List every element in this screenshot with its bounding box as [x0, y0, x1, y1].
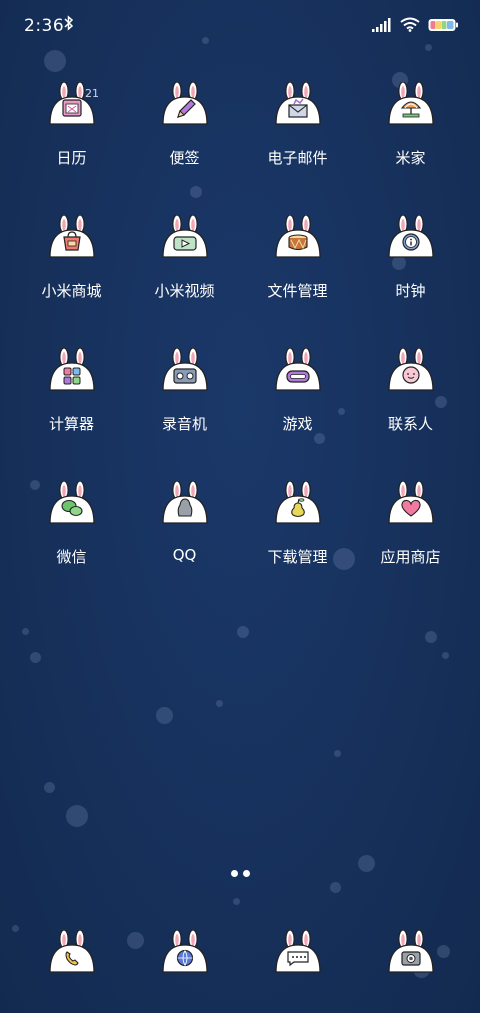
app-file-manager[interactable]: 文件管理: [241, 213, 354, 346]
app-label: 下载管理: [267, 548, 328, 566]
app-label: 文件管理: [267, 282, 328, 300]
app-label: 电子邮件: [267, 149, 328, 167]
calculator-grid-icon: [48, 348, 96, 392]
info-clock-icon: [387, 215, 435, 259]
app-label: 日历: [56, 149, 87, 167]
app-label: 联系人: [387, 415, 433, 433]
cassette-icon: [161, 348, 209, 392]
app-qq[interactable]: QQ: [128, 479, 241, 612]
dock-browser[interactable]: [128, 928, 241, 974]
cellular-signal-icon: [372, 17, 392, 36]
drum-icon: [274, 215, 322, 259]
heart-icon: [387, 481, 435, 525]
video-play-icon: [161, 215, 209, 259]
pencil-icon: [161, 82, 209, 126]
umbrella-icon: [387, 82, 435, 126]
app-contacts[interactable]: 联系人: [354, 346, 467, 479]
wifi-icon: [400, 17, 420, 36]
status-bar: 2:36: [0, 0, 480, 52]
app-label: 录音机: [161, 415, 207, 433]
globe-icon: [161, 930, 209, 974]
wechat-bubbles-icon: [48, 481, 96, 525]
app-app-store[interactable]: 应用商店: [354, 479, 467, 612]
app-calculator[interactable]: 计算器: [15, 346, 128, 479]
penguin-icon: [161, 481, 209, 525]
dock-phone[interactable]: [15, 928, 128, 974]
app-mihome[interactable]: 米家: [354, 80, 467, 213]
app-label: 应用商店: [380, 548, 441, 566]
app-row: 小米商城 小米视频 文件管理 时钟: [15, 213, 467, 346]
battery-rainbow-icon: [428, 17, 458, 36]
app-label: 米家: [395, 149, 426, 167]
app-email[interactable]: 电子邮件: [241, 80, 354, 213]
camera-icon: [387, 930, 435, 974]
app-label: 时钟: [395, 282, 426, 300]
gamepad-icon: [274, 348, 322, 392]
app-label: 微信: [56, 548, 87, 566]
app-row: 21 日历 便签 电子邮件 米家: [15, 80, 467, 213]
pear-icon: [274, 481, 322, 525]
app-mi-video[interactable]: 小米视频: [128, 213, 241, 346]
app-notes[interactable]: 便签: [128, 80, 241, 213]
chat-bubble-icon: [274, 930, 322, 974]
page-dot[interactable]: [242, 870, 250, 877]
app-wechat[interactable]: 微信: [15, 479, 128, 612]
status-time: 2:36: [24, 16, 65, 36]
app-games[interactable]: 游戏: [241, 346, 354, 479]
app-label: 便签: [169, 149, 200, 167]
app-label: QQ: [172, 546, 197, 564]
bluetooth-icon: [64, 15, 74, 35]
page-dot[interactable]: [230, 870, 238, 877]
smiley-face-icon: [387, 348, 435, 392]
app-row: 微信 QQ 下载管理 应用商店: [15, 479, 467, 612]
app-row: 计算器 录音机 游戏 联系人: [15, 346, 467, 479]
dock: [15, 928, 467, 974]
app-mi-store[interactable]: 小米商城: [15, 213, 128, 346]
app-label: 小米视频: [154, 282, 215, 300]
app-clock[interactable]: 时钟: [354, 213, 467, 346]
app-grid: 21 日历 便签 电子邮件 米家 小米商城 小米视频 文件管理 时钟 计算器 录…: [15, 80, 467, 612]
page-indicator[interactable]: [0, 870, 480, 877]
app-label: 小米商城: [41, 282, 102, 300]
app-calendar[interactable]: 21 日历: [15, 80, 128, 213]
phone-icon: [48, 930, 96, 974]
app-recorder[interactable]: 录音机: [128, 346, 241, 479]
dock-camera[interactable]: [354, 928, 467, 974]
calendar-date-badge: 21: [85, 87, 99, 100]
shopping-bag-icon: [48, 215, 96, 259]
app-label: 计算器: [48, 415, 94, 433]
envelope-icon: [274, 82, 322, 126]
app-download-manager[interactable]: 下载管理: [241, 479, 354, 612]
app-label: 游戏: [282, 415, 313, 433]
dock-messages[interactable]: [241, 928, 354, 974]
